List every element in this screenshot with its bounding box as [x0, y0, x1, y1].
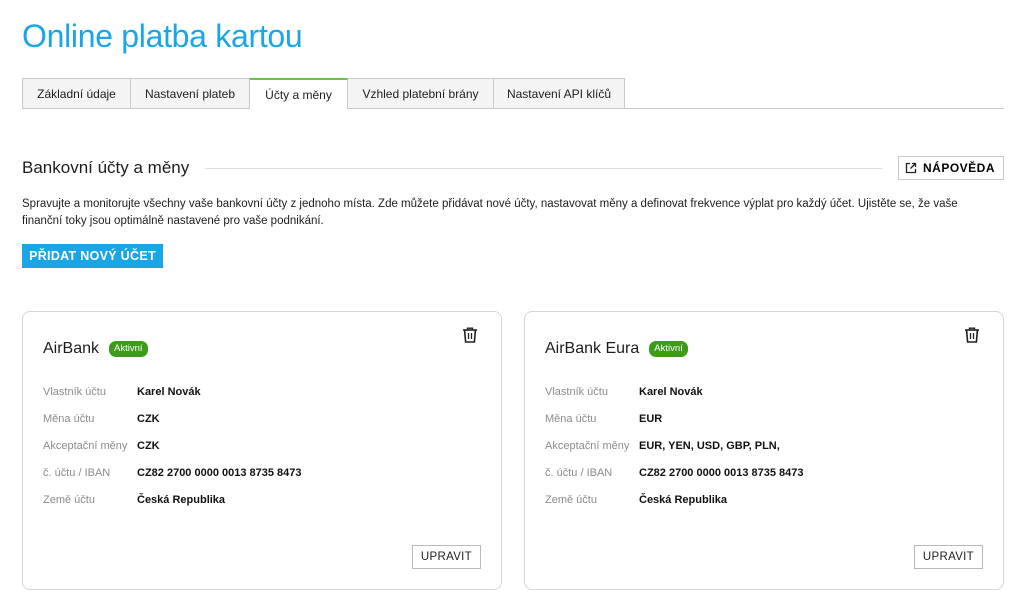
owner-label: Vlastník účtu	[545, 385, 608, 398]
currency-value: CZK	[137, 412, 160, 425]
status-badge: Aktivní	[109, 341, 148, 357]
detail-row-owner: Vlastník účtu Karel Novák	[545, 378, 985, 405]
section-divider	[205, 167, 882, 169]
country-value: Česká Republika	[639, 493, 728, 506]
iban-value: CZ82 2700 0000 0013 8735 8473	[137, 466, 302, 479]
owner-value: Karel Novák	[639, 385, 703, 398]
accepted-label: Akceptační měny	[43, 439, 128, 452]
tab-accounts-currencies[interactable]: Účty a měny	[249, 78, 348, 109]
tab-bar: Základní údaje Nastavení plateb Účty a m…	[22, 78, 1004, 109]
account-name: AirBank Eura	[545, 340, 640, 357]
help-button[interactable]: NÁPOVĚDA	[897, 156, 1004, 180]
section-header: Bankovní účty a měny NÁPOVĚDA	[22, 155, 1004, 181]
page-title: Online platba kartou	[22, 18, 303, 54]
iban-value: CZ82 2700 0000 0013 8735 8473	[639, 466, 804, 479]
add-account-button[interactable]: PŘIDAT NOVÝ ÚČET	[22, 244, 163, 268]
country-label: Země účtu	[43, 493, 95, 506]
tab-basic-info[interactable]: Základní údaje	[22, 78, 131, 108]
help-label: NÁPOVĚDA	[922, 161, 995, 175]
currency-label: Měna účtu	[545, 412, 597, 425]
detail-row-currency: Měna účtu CZK	[43, 405, 483, 432]
detail-row-country: Země účtu Česká Republika	[545, 486, 985, 513]
account-card: AirBank Eura Aktivní Vlastník účtu Karel…	[524, 311, 1004, 590]
accepted-value: CZK	[137, 439, 160, 452]
section-description: Spravujte a monitorujte všechny vaše ban…	[22, 198, 958, 227]
edit-button[interactable]: UPRAVIT	[913, 545, 983, 569]
account-card: AirBank Aktivní Vlastník účtu Karel Nová…	[22, 311, 502, 590]
tab-api-keys[interactable]: Nastavení API klíčů	[493, 78, 625, 108]
tab-gateway-appearance[interactable]: Vzhled platební brány	[347, 78, 494, 108]
detail-row-accepted: Akceptační měny EUR, YEN, USD, GBP, PLN,	[545, 432, 985, 459]
external-link-icon	[905, 162, 917, 174]
detail-row-owner: Vlastník účtu Karel Novák	[43, 378, 483, 405]
accepted-label: Akceptační měny	[545, 439, 630, 452]
country-value: Česká Republika	[137, 493, 226, 506]
account-name: AirBank	[43, 340, 100, 357]
edit-button[interactable]: UPRAVIT	[411, 545, 481, 569]
tab-payment-settings[interactable]: Nastavení plateb	[130, 78, 250, 108]
trash-icon[interactable]	[963, 326, 981, 344]
trash-icon[interactable]	[461, 326, 479, 344]
detail-row-accepted: Akceptační měny CZK	[43, 432, 483, 459]
iban-label: č. účtu / IBAN	[43, 466, 111, 479]
currency-label: Měna účtu	[43, 412, 95, 425]
currency-value: EUR	[639, 412, 663, 425]
iban-label: č. účtu / IBAN	[545, 466, 613, 479]
detail-row-iban: č. účtu / IBAN CZ82 2700 0000 0013 8735 …	[545, 459, 985, 486]
country-label: Země účtu	[545, 493, 597, 506]
detail-row-iban: č. účtu / IBAN CZ82 2700 0000 0013 8735 …	[43, 459, 483, 486]
status-badge: Aktivní	[649, 341, 688, 357]
detail-row-currency: Měna účtu EUR	[545, 405, 985, 432]
owner-value: Karel Novák	[137, 385, 201, 398]
section-title: Bankovní účty a měny	[22, 158, 190, 177]
accepted-value: EUR, YEN, USD, GBP, PLN,	[639, 439, 780, 452]
detail-row-country: Země účtu Česká Republika	[43, 486, 483, 513]
owner-label: Vlastník účtu	[43, 385, 106, 398]
